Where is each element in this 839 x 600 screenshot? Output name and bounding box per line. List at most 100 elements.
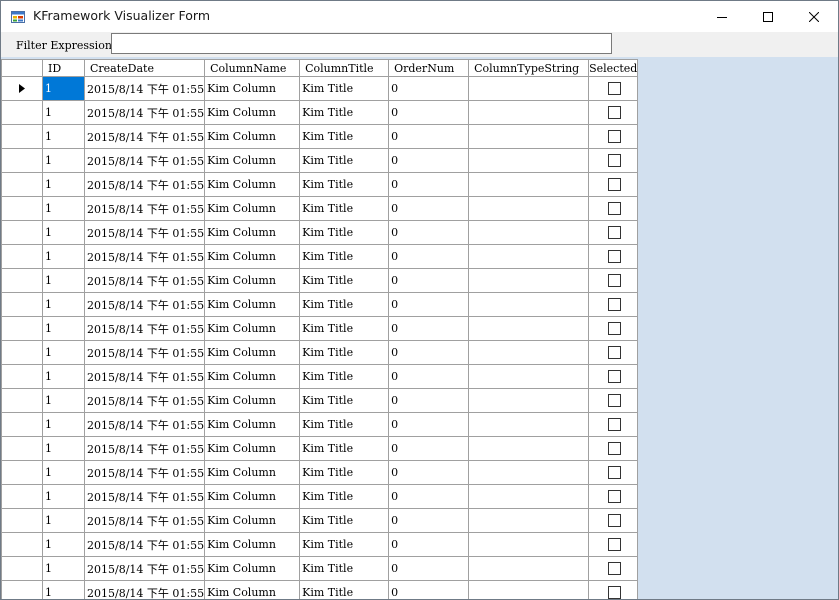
column-name-cell[interactable]: Kim Column (204, 268, 301, 293)
column-title-cell[interactable]: Kim Title (299, 340, 390, 365)
create-date-cell[interactable]: 2015/8/14 下午 01:55 (83, 172, 206, 197)
order-num-cell[interactable]: 0 (388, 244, 470, 269)
create-date-cell[interactable]: 2015/8/14 下午 01:55 (83, 292, 206, 317)
column-header-column-type-string[interactable]: ColumnTypeString (468, 59, 590, 77)
row-header[interactable] (1, 364, 43, 389)
title-bar[interactable]: KFramework Visualizer Form (1, 1, 838, 32)
column-type-string-cell[interactable] (468, 556, 590, 581)
order-num-cell[interactable]: 0 (388, 532, 470, 557)
column-type-string-cell[interactable] (468, 484, 590, 509)
table-row[interactable]: 1 2015/8/14 下午 01:55 Kim Column Kim Title 0 (1, 268, 639, 293)
create-date-cell[interactable]: 2015/8/14 下午 01:55 (83, 76, 206, 101)
column-type-string-cell[interactable] (468, 100, 590, 125)
column-type-string-cell[interactable] (468, 148, 590, 173)
column-type-string-cell[interactable] (468, 244, 590, 269)
column-type-string-cell[interactable] (468, 172, 590, 197)
column-name-cell[interactable]: Kim Column (204, 100, 301, 125)
selected-checkbox[interactable] (607, 466, 621, 480)
selected-checkbox[interactable] (607, 250, 621, 264)
column-header-column-title[interactable]: ColumnTitle (299, 59, 390, 77)
id-cell[interactable]: 1 (42, 76, 85, 101)
id-cell[interactable]: 1 (42, 124, 85, 149)
table-row[interactable]: 1 2015/8/14 下午 01:55 Kim Column Kim Title 0 (1, 220, 639, 245)
table-row[interactable]: 1 2015/8/14 下午 01:55 Kim Column Kim Title 0 (1, 292, 639, 317)
selected-checkbox[interactable] (607, 130, 621, 144)
row-header[interactable] (1, 484, 43, 509)
selected-checkbox[interactable] (607, 178, 621, 192)
column-title-cell[interactable]: Kim Title (299, 292, 390, 317)
column-name-cell[interactable]: Kim Column (204, 460, 301, 485)
create-date-cell[interactable]: 2015/8/14 下午 01:55 (83, 532, 206, 557)
column-name-cell[interactable]: Kim Column (204, 556, 301, 581)
column-title-cell[interactable]: Kim Title (299, 532, 390, 557)
create-date-cell[interactable]: 2015/8/14 下午 01:55 (83, 244, 206, 269)
column-title-cell[interactable]: Kim Title (299, 244, 390, 269)
id-cell[interactable]: 1 (42, 412, 85, 437)
row-header[interactable] (1, 172, 43, 197)
table-row[interactable]: 1 2015/8/14 下午 01:55 Kim Column Kim Title 0 (1, 76, 639, 101)
selected-checkbox[interactable] (607, 346, 621, 360)
column-name-cell[interactable]: Kim Column (204, 436, 301, 461)
order-num-cell[interactable]: 0 (388, 196, 470, 221)
column-type-string-cell[interactable] (468, 580, 590, 599)
selected-checkbox[interactable] (607, 418, 621, 432)
row-header[interactable] (1, 556, 43, 581)
create-date-cell[interactable]: 2015/8/14 下午 01:55 (83, 196, 206, 221)
selected-checkbox[interactable] (607, 394, 621, 408)
column-name-cell[interactable]: Kim Column (204, 220, 301, 245)
column-name-cell[interactable]: Kim Column (204, 292, 301, 317)
table-row[interactable]: 1 2015/8/14 下午 01:55 Kim Column Kim Title 0 (1, 436, 639, 461)
selected-checkbox[interactable] (607, 586, 621, 599)
order-num-cell[interactable]: 0 (388, 412, 470, 437)
column-title-cell[interactable]: Kim Title (299, 100, 390, 125)
create-date-cell[interactable]: 2015/8/14 下午 01:55 (83, 580, 206, 599)
column-title-cell[interactable]: Kim Title (299, 388, 390, 413)
id-cell[interactable]: 1 (42, 436, 85, 461)
order-num-cell[interactable]: 0 (388, 436, 470, 461)
table-row[interactable]: 1 2015/8/14 下午 01:55 Kim Column Kim Title 0 (1, 148, 639, 173)
create-date-cell[interactable]: 2015/8/14 下午 01:55 (83, 124, 206, 149)
table-row[interactable]: 1 2015/8/14 下午 01:55 Kim Column Kim Title 0 (1, 100, 639, 125)
table-row[interactable]: 1 2015/8/14 下午 01:55 Kim Column Kim Title 0 (1, 484, 639, 509)
id-cell[interactable]: 1 (42, 532, 85, 557)
order-num-cell[interactable]: 0 (388, 148, 470, 173)
id-cell[interactable]: 1 (42, 556, 85, 581)
order-num-cell[interactable]: 0 (388, 460, 470, 485)
selected-checkbox[interactable] (607, 490, 621, 504)
column-name-cell[interactable]: Kim Column (204, 412, 301, 437)
create-date-cell[interactable]: 2015/8/14 下午 01:55 (83, 412, 206, 437)
id-cell[interactable]: 1 (42, 364, 85, 389)
column-header-column-name[interactable]: ColumnName (204, 59, 301, 77)
column-name-cell[interactable]: Kim Column (204, 244, 301, 269)
column-type-string-cell[interactable] (468, 460, 590, 485)
row-header[interactable] (1, 76, 43, 101)
column-header-id[interactable]: ID (42, 59, 85, 77)
table-row[interactable]: 1 2015/8/14 下午 01:55 Kim Column Kim Title 0 (1, 412, 639, 437)
selected-checkbox[interactable] (607, 274, 621, 288)
order-num-cell[interactable]: 0 (388, 268, 470, 293)
selected-checkbox[interactable] (607, 538, 621, 552)
column-type-string-cell[interactable] (468, 364, 590, 389)
create-date-cell[interactable]: 2015/8/14 下午 01:55 (83, 100, 206, 125)
column-name-cell[interactable]: Kim Column (204, 76, 301, 101)
id-cell[interactable]: 1 (42, 172, 85, 197)
selected-checkbox[interactable] (607, 562, 621, 576)
selected-checkbox[interactable] (607, 322, 621, 336)
column-name-cell[interactable]: Kim Column (204, 316, 301, 341)
table-row[interactable]: 1 2015/8/14 下午 01:55 Kim Column Kim Title 0 (1, 580, 639, 599)
order-num-cell[interactable]: 0 (388, 508, 470, 533)
column-title-cell[interactable]: Kim Title (299, 580, 390, 599)
row-header[interactable] (1, 580, 43, 599)
row-header[interactable] (1, 100, 43, 125)
row-header[interactable] (1, 148, 43, 173)
id-cell[interactable]: 1 (42, 196, 85, 221)
column-name-cell[interactable]: Kim Column (204, 484, 301, 509)
column-title-cell[interactable]: Kim Title (299, 268, 390, 293)
column-name-cell[interactable]: Kim Column (204, 196, 301, 221)
table-row[interactable]: 1 2015/8/14 下午 01:55 Kim Column Kim Title 0 (1, 124, 639, 149)
column-name-cell[interactable]: Kim Column (204, 364, 301, 389)
column-title-cell[interactable]: Kim Title (299, 148, 390, 173)
create-date-cell[interactable]: 2015/8/14 下午 01:55 (83, 556, 206, 581)
column-title-cell[interactable]: Kim Title (299, 196, 390, 221)
order-num-cell[interactable]: 0 (388, 220, 470, 245)
